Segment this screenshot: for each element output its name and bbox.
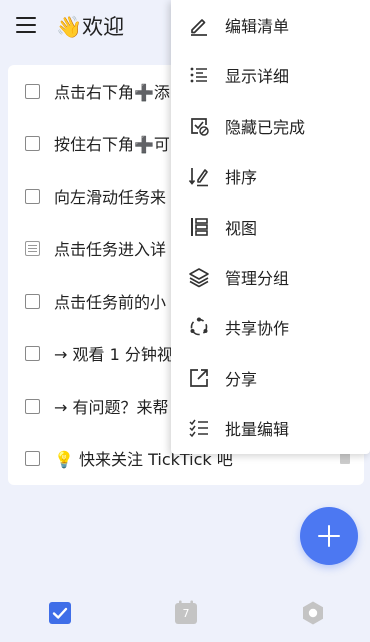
menu-item-manage-groups[interactable]: 管理分组 bbox=[171, 252, 370, 302]
task-title: 按住右下角➕可 bbox=[54, 135, 170, 154]
task-title: 点击右下角➕添 bbox=[54, 83, 170, 102]
tab-calendar[interactable]: 7 bbox=[173, 600, 199, 626]
task-title: → 观看 1 分钟视 bbox=[54, 345, 173, 364]
task-title: → 有问题？来帮 bbox=[54, 398, 169, 417]
view-icon bbox=[188, 216, 210, 238]
task-checkbox[interactable] bbox=[25, 293, 40, 309]
pencil-icon bbox=[188, 14, 210, 36]
menu-item-share[interactable]: 分享 bbox=[171, 353, 370, 403]
sort-icon bbox=[188, 165, 210, 187]
menu-item-show-details[interactable]: 显示详细 bbox=[171, 50, 370, 100]
task-checkbox[interactable] bbox=[25, 135, 40, 151]
share-collab-icon bbox=[188, 316, 210, 338]
menu-label: 显示详细 bbox=[225, 67, 290, 86]
menu-label: 视图 bbox=[225, 219, 258, 238]
menu-item-share-collab[interactable]: 共享协作 bbox=[171, 302, 370, 352]
menu-label: 共享协作 bbox=[225, 319, 290, 338]
menu-item-sort[interactable]: 排序 bbox=[171, 151, 370, 201]
menu-item-batch-edit[interactable]: 批量编辑 bbox=[171, 403, 370, 453]
add-task-button[interactable] bbox=[300, 507, 358, 565]
menu-item-view[interactable]: 视图 bbox=[171, 202, 370, 252]
menu-label: 编辑清单 bbox=[225, 17, 290, 36]
menu-icon[interactable] bbox=[16, 17, 36, 33]
checkbox-checked-icon bbox=[49, 602, 71, 624]
calendar-day: 7 bbox=[182, 607, 190, 620]
batch-edit-icon bbox=[188, 417, 210, 439]
menu-label: 隐藏已完成 bbox=[225, 118, 306, 137]
note-icon[interactable] bbox=[25, 240, 40, 256]
page-title: 👋欢迎 bbox=[56, 15, 125, 39]
menu-label: 管理分组 bbox=[225, 269, 290, 288]
menu-label: 批量编辑 bbox=[225, 420, 290, 439]
task-title: 向左滑动任务来 bbox=[54, 188, 167, 207]
hide-completed-icon bbox=[188, 115, 210, 137]
tab-more[interactable] bbox=[300, 600, 326, 626]
task-title: 点击任务进入详 bbox=[54, 240, 167, 259]
menu-item-edit-list[interactable]: 编辑清单 bbox=[171, 0, 370, 50]
menu-label: 分享 bbox=[225, 370, 258, 389]
task-checkbox[interactable] bbox=[25, 83, 40, 99]
task-title: 点击任务前的小 bbox=[54, 293, 167, 312]
list-detail-icon bbox=[188, 64, 210, 86]
hexagon-icon bbox=[303, 601, 323, 625]
layers-icon bbox=[188, 266, 210, 288]
share-icon bbox=[188, 367, 210, 389]
menu-label: 排序 bbox=[225, 168, 258, 187]
task-checkbox[interactable] bbox=[25, 450, 40, 466]
tab-tasks[interactable] bbox=[47, 600, 73, 626]
menu-item-hide-completed[interactable]: 隐藏已完成 bbox=[171, 101, 370, 151]
task-checkbox[interactable] bbox=[25, 188, 40, 204]
task-checkbox[interactable] bbox=[25, 398, 40, 414]
bottom-nav: 7 bbox=[0, 583, 370, 642]
task-checkbox[interactable] bbox=[25, 345, 40, 361]
list-options-menu: 编辑清单 显示详细 隐藏已完成 排序 视图 管理分组 共享协作 分享 批量编辑 bbox=[171, 0, 370, 454]
